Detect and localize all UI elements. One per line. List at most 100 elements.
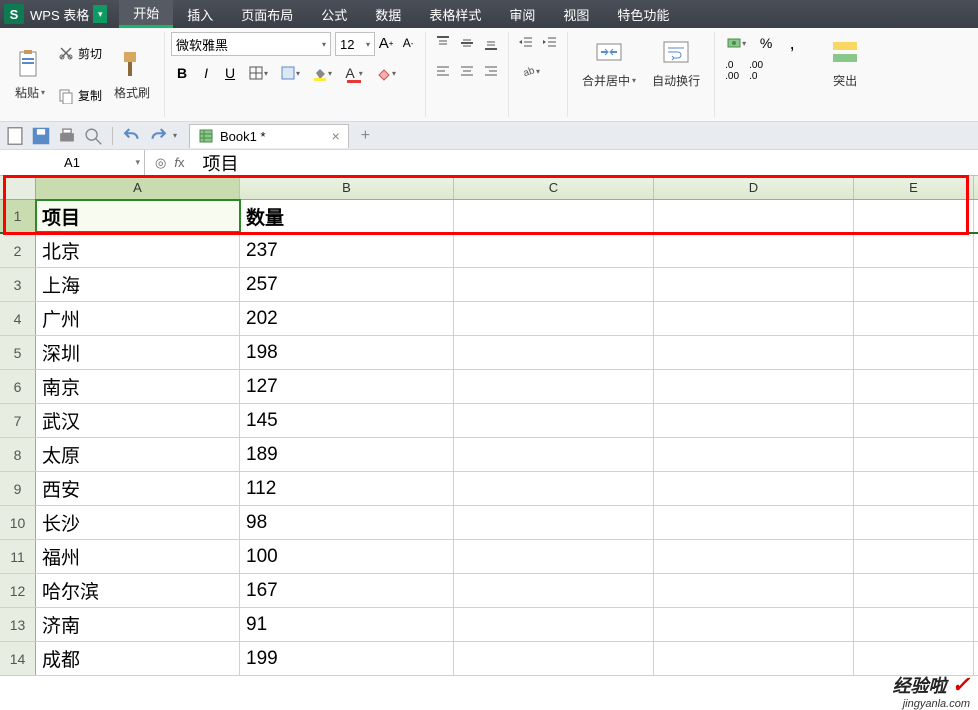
cell[interactable]	[654, 642, 854, 675]
cell[interactable]: 257	[240, 268, 454, 301]
cell[interactable]: 237	[240, 234, 454, 267]
tab-review[interactable]: 审阅	[495, 0, 549, 28]
cell[interactable]: 广州	[36, 302, 240, 335]
cell[interactable]: 上海	[36, 268, 240, 301]
cell[interactable]	[654, 540, 854, 573]
cell[interactable]: 数量	[240, 200, 454, 232]
cell[interactable]	[654, 438, 854, 471]
cell[interactable]	[854, 608, 974, 641]
tab-view[interactable]: 视图	[549, 0, 603, 28]
tab-insert[interactable]: 插入	[173, 0, 227, 28]
cell[interactable]	[454, 200, 654, 232]
align-top-button[interactable]	[432, 32, 454, 54]
cell[interactable]	[454, 302, 654, 335]
orientation-button[interactable]: ab▾	[515, 60, 545, 82]
new-button[interactable]	[4, 125, 26, 147]
cell[interactable]	[854, 438, 974, 471]
font-name-select[interactable]: 微软雅黑▾	[171, 32, 331, 56]
align-left-button[interactable]	[432, 60, 454, 82]
cell[interactable]	[854, 404, 974, 437]
insert-chart-icon[interactable]: ◎	[155, 155, 166, 171]
fill-color-button[interactable]: ▾	[307, 62, 337, 84]
cell[interactable]	[854, 268, 974, 301]
cell[interactable]	[454, 404, 654, 437]
cell[interactable]	[854, 574, 974, 607]
row-header[interactable]: 1	[0, 200, 36, 232]
row-header[interactable]: 2	[0, 234, 36, 267]
cell[interactable]	[454, 268, 654, 301]
increase-font-button[interactable]: A+	[375, 32, 397, 54]
comma-button[interactable]: ,	[781, 32, 803, 54]
cell[interactable]	[654, 370, 854, 403]
increase-decimal-button[interactable]: .0.00	[721, 60, 743, 82]
decrease-decimal-button[interactable]: .00.0	[745, 60, 767, 82]
cell[interactable]: 91	[240, 608, 454, 641]
cell[interactable]: 167	[240, 574, 454, 607]
cell[interactable]	[854, 540, 974, 573]
cell[interactable]: 145	[240, 404, 454, 437]
increase-indent-button[interactable]	[539, 32, 561, 54]
col-header-E[interactable]: E	[854, 176, 974, 199]
paste-button[interactable]: 粘贴▾	[6, 32, 54, 117]
col-header-C[interactable]: C	[454, 176, 654, 199]
col-header-D[interactable]: D	[654, 176, 854, 199]
cell[interactable]	[454, 540, 654, 573]
cell[interactable]: 成都	[36, 642, 240, 675]
cell[interactable]: 哈尔滨	[36, 574, 240, 607]
cell[interactable]	[454, 438, 654, 471]
cell[interactable]	[654, 200, 854, 232]
cell[interactable]	[654, 506, 854, 539]
row-header[interactable]: 10	[0, 506, 36, 539]
italic-button[interactable]: I	[195, 62, 217, 84]
row-header[interactable]: 14	[0, 642, 36, 675]
font-size-select[interactable]: 12▾	[335, 32, 375, 56]
redo-button[interactable]	[147, 125, 169, 147]
copy-button[interactable]: 复制	[54, 85, 106, 106]
cell[interactable]	[854, 506, 974, 539]
cell[interactable]	[654, 234, 854, 267]
cell[interactable]: 100	[240, 540, 454, 573]
cell[interactable]	[454, 370, 654, 403]
cell[interactable]	[654, 574, 854, 607]
select-all-corner[interactable]	[0, 176, 36, 199]
cell[interactable]	[654, 404, 854, 437]
tab-table-style[interactable]: 表格样式	[415, 0, 495, 28]
clear-format-button[interactable]: ▾	[371, 62, 401, 84]
row-header[interactable]: 11	[0, 540, 36, 573]
name-box[interactable]: A1 ▾	[0, 150, 145, 175]
app-dropdown[interactable]: ▾	[93, 5, 107, 23]
tab-formula[interactable]: 公式	[307, 0, 361, 28]
undo-button[interactable]	[121, 125, 143, 147]
row-header[interactable]: 5	[0, 336, 36, 369]
highlight-button[interactable]: 突出	[821, 32, 869, 93]
cell[interactable]: 济南	[36, 608, 240, 641]
cell[interactable]	[854, 200, 974, 232]
save-button[interactable]	[30, 125, 52, 147]
cell[interactable]	[454, 336, 654, 369]
cell[interactable]	[654, 608, 854, 641]
qat-more-button[interactable]: ▾	[173, 131, 177, 140]
border-button[interactable]: ▾	[243, 62, 273, 84]
row-header[interactable]: 9	[0, 472, 36, 505]
cell[interactable]	[854, 370, 974, 403]
wrap-text-button[interactable]: 自动换行	[644, 32, 708, 93]
cell[interactable]	[854, 302, 974, 335]
cell[interactable]	[854, 234, 974, 267]
cell[interactable]	[854, 642, 974, 675]
tab-special[interactable]: 特色功能	[603, 0, 683, 28]
cell[interactable]	[854, 336, 974, 369]
col-header-B[interactable]: B	[240, 176, 454, 199]
bold-button[interactable]: B	[171, 62, 193, 84]
align-bottom-button[interactable]	[480, 32, 502, 54]
cell[interactable]: 198	[240, 336, 454, 369]
cell[interactable]	[454, 506, 654, 539]
cell[interactable]	[654, 472, 854, 505]
cell[interactable]: 项目	[36, 200, 240, 232]
cell[interactable]	[454, 574, 654, 607]
row-header[interactable]: 13	[0, 608, 36, 641]
cell[interactable]: 北京	[36, 234, 240, 267]
cell[interactable]: 武汉	[36, 404, 240, 437]
fx-icon[interactable]: fx	[174, 155, 184, 170]
print-button[interactable]	[56, 125, 78, 147]
currency-button[interactable]: ▾	[721, 32, 751, 54]
